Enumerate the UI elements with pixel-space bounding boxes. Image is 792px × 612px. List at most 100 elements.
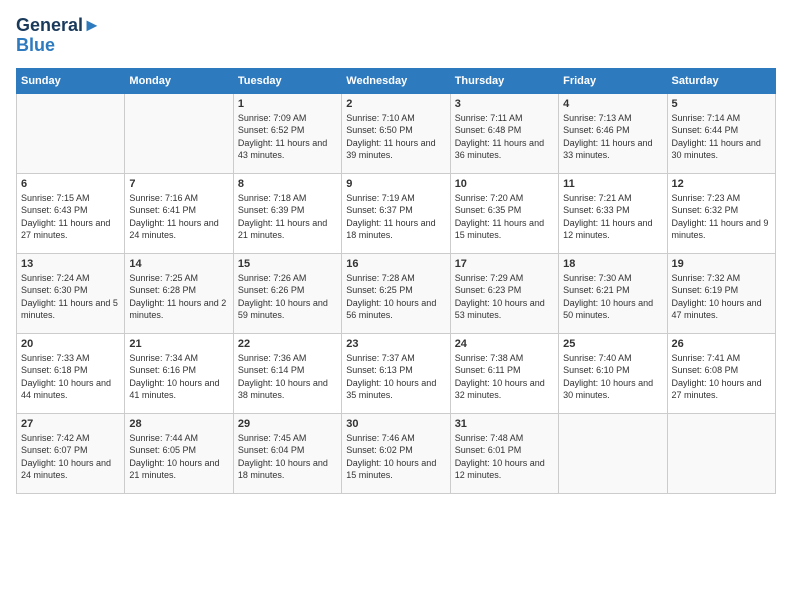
day-info: Sunrise: 7:37 AM Sunset: 6:13 PM Dayligh… (346, 352, 445, 402)
calendar-cell: 27 Sunrise: 7:42 AM Sunset: 6:07 PM Dayli… (17, 413, 125, 493)
column-header-tuesday: Tuesday (233, 68, 341, 93)
column-header-monday: Monday (125, 68, 233, 93)
day-info: Sunrise: 7:15 AM Sunset: 6:43 PM Dayligh… (21, 192, 120, 242)
day-info: Sunrise: 7:40 AM Sunset: 6:10 PM Dayligh… (563, 352, 662, 402)
day-number: 27 (21, 418, 120, 430)
day-info: Sunrise: 7:45 AM Sunset: 6:04 PM Dayligh… (238, 432, 337, 482)
calendar-week-3: 13 Sunrise: 7:24 AM Sunset: 6:30 PM Dayli… (17, 253, 776, 333)
day-number: 11 (563, 178, 662, 190)
day-info: Sunrise: 7:38 AM Sunset: 6:11 PM Dayligh… (455, 352, 554, 402)
day-number: 23 (346, 338, 445, 350)
calendar-cell: 3 Sunrise: 7:11 AM Sunset: 6:48 PM Daylig… (450, 93, 558, 173)
day-number: 24 (455, 338, 554, 350)
day-info: Sunrise: 7:23 AM Sunset: 6:32 PM Dayligh… (672, 192, 771, 242)
day-number: 22 (238, 338, 337, 350)
day-number: 17 (455, 258, 554, 270)
day-info: Sunrise: 7:48 AM Sunset: 6:01 PM Dayligh… (455, 432, 554, 482)
day-info: Sunrise: 7:24 AM Sunset: 6:30 PM Dayligh… (21, 272, 120, 322)
calendar-cell (559, 413, 667, 493)
day-info: Sunrise: 7:44 AM Sunset: 6:05 PM Dayligh… (129, 432, 228, 482)
calendar-cell: 2 Sunrise: 7:10 AM Sunset: 6:50 PM Daylig… (342, 93, 450, 173)
day-number: 30 (346, 418, 445, 430)
calendar-cell: 23 Sunrise: 7:37 AM Sunset: 6:13 PM Dayli… (342, 333, 450, 413)
calendar-week-5: 27 Sunrise: 7:42 AM Sunset: 6:07 PM Dayli… (17, 413, 776, 493)
calendar-cell: 24 Sunrise: 7:38 AM Sunset: 6:11 PM Dayli… (450, 333, 558, 413)
day-info: Sunrise: 7:41 AM Sunset: 6:08 PM Dayligh… (672, 352, 771, 402)
day-number: 14 (129, 258, 228, 270)
day-number: 3 (455, 98, 554, 110)
calendar-cell (17, 93, 125, 173)
day-number: 18 (563, 258, 662, 270)
column-header-friday: Friday (559, 68, 667, 93)
calendar-cell: 22 Sunrise: 7:36 AM Sunset: 6:14 PM Dayli… (233, 333, 341, 413)
logo: General► Blue (16, 16, 101, 56)
day-info: Sunrise: 7:25 AM Sunset: 6:28 PM Dayligh… (129, 272, 228, 322)
day-number: 26 (672, 338, 771, 350)
calendar-cell: 7 Sunrise: 7:16 AM Sunset: 6:41 PM Daylig… (125, 173, 233, 253)
day-info: Sunrise: 7:16 AM Sunset: 6:41 PM Dayligh… (129, 192, 228, 242)
day-number: 1 (238, 98, 337, 110)
calendar-cell: 19 Sunrise: 7:32 AM Sunset: 6:19 PM Dayli… (667, 253, 775, 333)
day-number: 2 (346, 98, 445, 110)
calendar-cell: 17Sunrise: 7:29 AM Sunset: 6:23 PM Dayli… (450, 253, 558, 333)
day-info: Sunrise: 7:09 AM Sunset: 6:52 PM Dayligh… (238, 112, 337, 162)
calendar-cell: 13 Sunrise: 7:24 AM Sunset: 6:30 PM Dayli… (17, 253, 125, 333)
calendar-cell: 20 Sunrise: 7:33 AM Sunset: 6:18 PM Dayli… (17, 333, 125, 413)
day-info: Sunrise: 7:18 AM Sunset: 6:39 PM Dayligh… (238, 192, 337, 242)
calendar-cell (667, 413, 775, 493)
column-header-wednesday: Wednesday (342, 68, 450, 93)
calendar-cell: 18 Sunrise: 7:30 AM Sunset: 6:21 PM Dayli… (559, 253, 667, 333)
calendar-cell: 4 Sunrise: 7:13 AM Sunset: 6:46 PM Daylig… (559, 93, 667, 173)
day-info: Sunrise: 7:33 AM Sunset: 6:18 PM Dayligh… (21, 352, 120, 402)
day-number: 7 (129, 178, 228, 190)
day-info: Sunrise: 7:13 AM Sunset: 6:46 PM Dayligh… (563, 112, 662, 162)
calendar-week-2: 6Sunrise: 7:15 AM Sunset: 6:43 PM Daylig… (17, 173, 776, 253)
day-number: 19 (672, 258, 771, 270)
calendar-cell: 15 Sunrise: 7:26 AM Sunset: 6:26 PM Dayli… (233, 253, 341, 333)
calendar-cell: 12 Sunrise: 7:23 AM Sunset: 6:32 PM Dayli… (667, 173, 775, 253)
day-info: Sunrise: 7:11 AM Sunset: 6:48 PM Dayligh… (455, 112, 554, 162)
day-number: 20 (21, 338, 120, 350)
day-number: 15 (238, 258, 337, 270)
day-number: 25 (563, 338, 662, 350)
calendar-cell: 14 Sunrise: 7:25 AM Sunset: 6:28 PM Dayli… (125, 253, 233, 333)
day-info: Sunrise: 7:42 AM Sunset: 6:07 PM Dayligh… (21, 432, 120, 482)
day-info: Sunrise: 7:26 AM Sunset: 6:26 PM Dayligh… (238, 272, 337, 322)
day-number: 21 (129, 338, 228, 350)
calendar-cell: 10Sunrise: 7:20 AM Sunset: 6:35 PM Dayli… (450, 173, 558, 253)
day-number: 13 (21, 258, 120, 270)
calendar-cell: 21 Sunrise: 7:34 AM Sunset: 6:16 PM Dayli… (125, 333, 233, 413)
day-info: Sunrise: 7:21 AM Sunset: 6:33 PM Dayligh… (563, 192, 662, 242)
calendar-cell: 25 Sunrise: 7:40 AM Sunset: 6:10 PM Dayli… (559, 333, 667, 413)
calendar-week-1: 1 Sunrise: 7:09 AM Sunset: 6:52 PM Daylig… (17, 93, 776, 173)
calendar-cell: 8Sunrise: 7:18 AM Sunset: 6:39 PM Daylig… (233, 173, 341, 253)
day-info: Sunrise: 7:46 AM Sunset: 6:02 PM Dayligh… (346, 432, 445, 482)
calendar-cell: 29 Sunrise: 7:45 AM Sunset: 6:04 PM Dayli… (233, 413, 341, 493)
day-info: Sunrise: 7:14 AM Sunset: 6:44 PM Dayligh… (672, 112, 771, 162)
column-header-thursday: Thursday (450, 68, 558, 93)
calendar-cell: 31Sunrise: 7:48 AM Sunset: 6:01 PM Dayli… (450, 413, 558, 493)
day-info: Sunrise: 7:30 AM Sunset: 6:21 PM Dayligh… (563, 272, 662, 322)
day-info: Sunrise: 7:10 AM Sunset: 6:50 PM Dayligh… (346, 112, 445, 162)
day-info: Sunrise: 7:34 AM Sunset: 6:16 PM Dayligh… (129, 352, 228, 402)
day-info: Sunrise: 7:36 AM Sunset: 6:14 PM Dayligh… (238, 352, 337, 402)
day-number: 4 (563, 98, 662, 110)
calendar-week-4: 20 Sunrise: 7:33 AM Sunset: 6:18 PM Dayli… (17, 333, 776, 413)
day-number: 29 (238, 418, 337, 430)
calendar-header: SundayMondayTuesdayWednesdayThursdayFrid… (17, 68, 776, 93)
calendar-cell: 26 Sunrise: 7:41 AM Sunset: 6:08 PM Dayli… (667, 333, 775, 413)
day-number: 28 (129, 418, 228, 430)
calendar-table: SundayMondayTuesdayWednesdayThursdayFrid… (16, 68, 776, 494)
day-info: Sunrise: 7:19 AM Sunset: 6:37 PM Dayligh… (346, 192, 445, 242)
day-number: 9 (346, 178, 445, 190)
calendar-cell: 16Sunrise: 7:28 AM Sunset: 6:25 PM Dayli… (342, 253, 450, 333)
day-info: Sunrise: 7:32 AM Sunset: 6:19 PM Dayligh… (672, 272, 771, 322)
calendar-cell: 6Sunrise: 7:15 AM Sunset: 6:43 PM Daylig… (17, 173, 125, 253)
day-number: 10 (455, 178, 554, 190)
column-header-saturday: Saturday (667, 68, 775, 93)
day-number: 12 (672, 178, 771, 190)
calendar-cell: 30 Sunrise: 7:46 AM Sunset: 6:02 PM Dayli… (342, 413, 450, 493)
calendar-cell: 1 Sunrise: 7:09 AM Sunset: 6:52 PM Daylig… (233, 93, 341, 173)
logo-text: General► Blue (16, 16, 101, 56)
calendar-cell: 28 Sunrise: 7:44 AM Sunset: 6:05 PM Dayli… (125, 413, 233, 493)
